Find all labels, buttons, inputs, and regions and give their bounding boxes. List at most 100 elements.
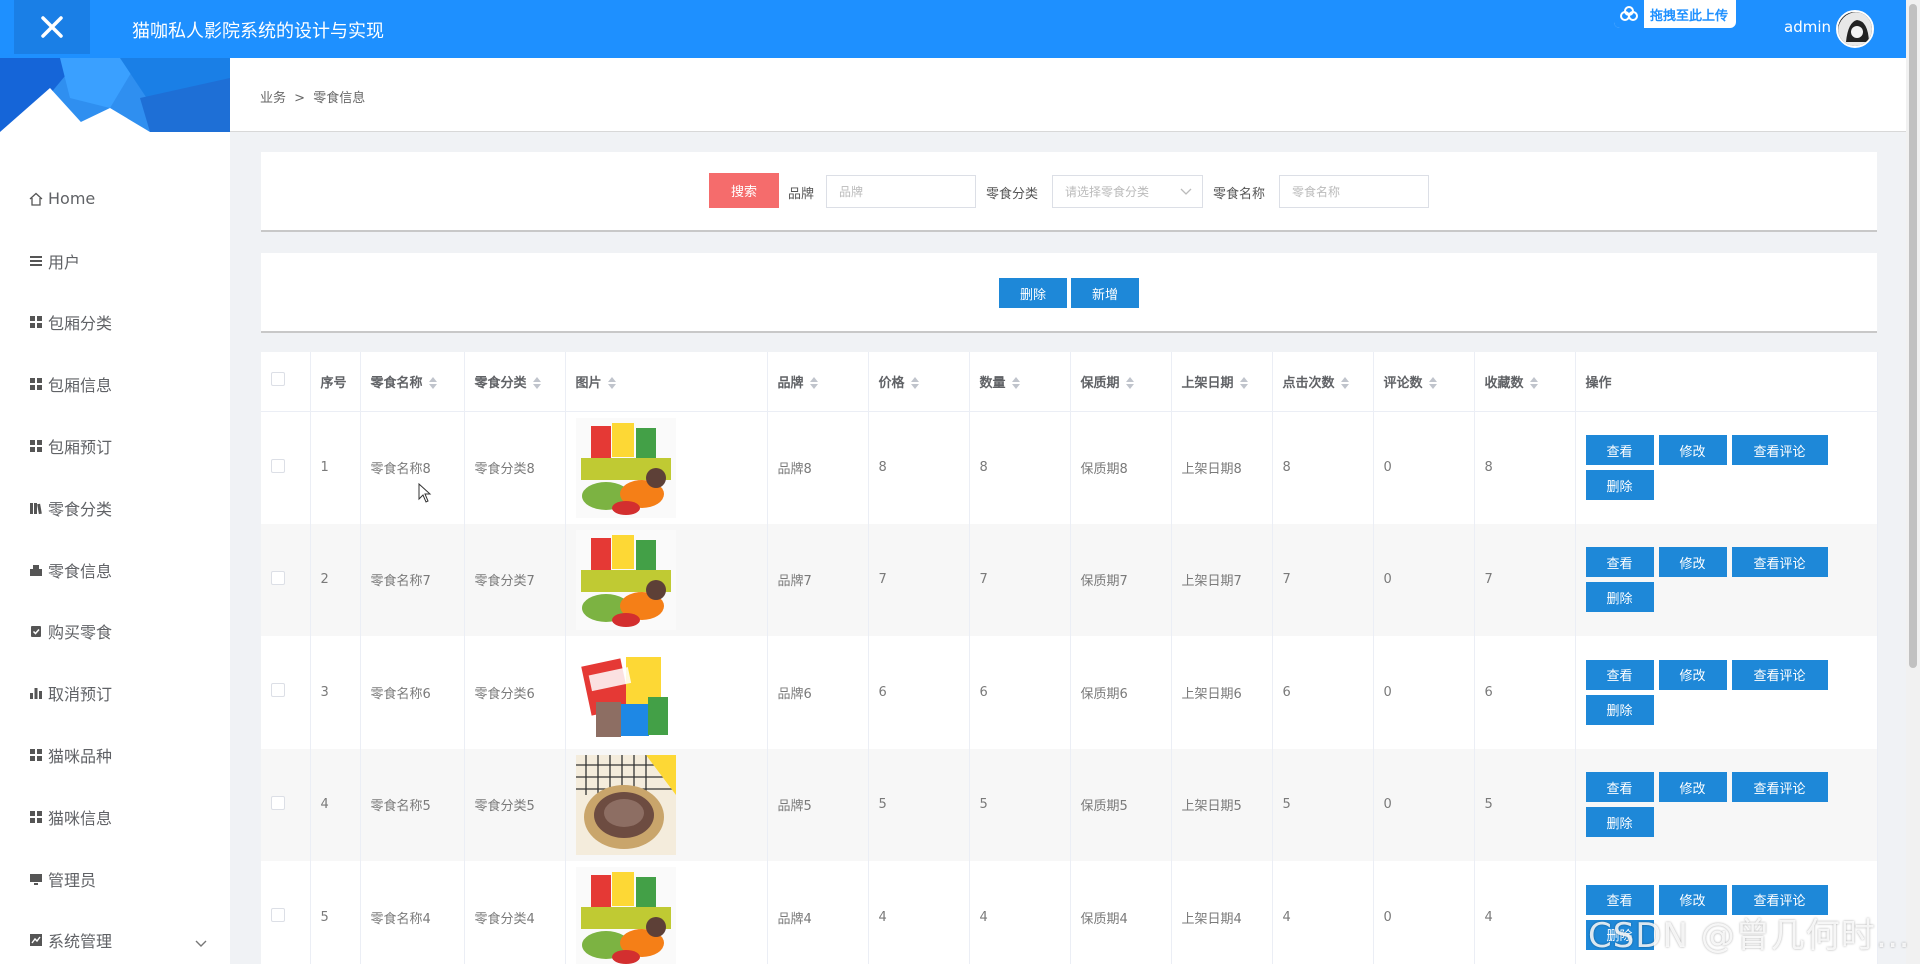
sidebar-item-cancel-booking[interactable]: 取消预订	[0, 662, 230, 724]
column-header-sortable[interactable]: 零食分类	[464, 352, 566, 412]
avatar[interactable]	[1836, 10, 1874, 48]
top-bar: 猫咖私人影院系统的设计与实现 拖拽至此上传 admin	[0, 0, 1906, 58]
cell-name: 零食名称5	[360, 748, 465, 861]
column-header-sortable[interactable]: 图片	[565, 352, 768, 412]
page-scrollbar[interactable]	[1906, 0, 1920, 964]
cell-actions: 查看 修改 查看评论删除	[1575, 636, 1878, 749]
sort-icon[interactable]	[1428, 377, 1437, 390]
view-button[interactable]: 查看	[1585, 772, 1654, 803]
cell-clicks: 7	[1272, 523, 1374, 636]
sidebar-item-label: 包厢预订	[48, 438, 113, 458]
delete-button[interactable]: 删除	[1585, 694, 1654, 725]
column-header-sortable[interactable]: 价格	[868, 352, 970, 412]
column-header-sortable[interactable]: 上架日期	[1171, 352, 1273, 412]
cell-actions: 查看 修改 查看评论删除	[1575, 748, 1878, 861]
cell-clicks: 6	[1272, 636, 1374, 749]
delete-button[interactable]: 删除	[1585, 582, 1654, 613]
row-checkbox[interactable]	[271, 683, 285, 698]
add-button[interactable]: 新增	[1071, 278, 1139, 308]
column-header-sortable[interactable]: 数量	[969, 352, 1071, 412]
cell-date: 上架日期5	[1171, 748, 1273, 861]
view-comments-button[interactable]: 查看评论	[1731, 772, 1828, 803]
sort-icon[interactable]	[1239, 377, 1248, 390]
cell-shelf-life: 保质期5	[1070, 748, 1172, 861]
sidebar-item-system[interactable]: 系统管理	[0, 910, 230, 964]
chevron-down-icon[interactable]	[194, 934, 208, 953]
cell-brand: 品牌4	[767, 861, 869, 964]
cell-qty: 6	[969, 636, 1071, 749]
edit-button[interactable]: 修改	[1658, 547, 1727, 578]
delete-button[interactable]: 删除	[1585, 807, 1654, 838]
sidebar-item-buy-snacks[interactable]: 购买零食	[0, 601, 230, 663]
sort-icon[interactable]	[532, 377, 541, 390]
breadcrumb-parent[interactable]: 业务	[260, 91, 286, 106]
mouse-cursor-icon	[418, 483, 432, 503]
sort-icon[interactable]	[1340, 377, 1349, 390]
column-header-sortable[interactable]: 收藏数	[1474, 352, 1576, 412]
cell-comments: 0	[1373, 748, 1475, 861]
sort-icon[interactable]	[1529, 377, 1538, 390]
edit-button[interactable]: 修改	[1658, 772, 1727, 803]
column-header-sortable[interactable]: 保质期	[1070, 352, 1172, 412]
grid-icon	[29, 439, 43, 453]
category-select[interactable]: 请选择零食分类	[1052, 175, 1203, 208]
column-header-sortable[interactable]: 零食名称	[360, 352, 465, 412]
upload-dropzone[interactable]: 拖拽至此上传	[1614, 0, 1737, 28]
cell-price: 6	[868, 636, 970, 749]
row-checkbox[interactable]	[271, 795, 285, 810]
row-checkbox[interactable]	[271, 458, 285, 473]
sort-icon[interactable]	[1011, 377, 1020, 390]
sidebar-item-cat-info[interactable]: 猫咪信息	[0, 786, 230, 848]
view-button[interactable]: 查看	[1585, 547, 1654, 578]
name-input[interactable]: 零食名称	[1279, 175, 1429, 208]
sort-icon[interactable]	[910, 377, 919, 390]
sidebar-item-snack-info[interactable]: 零食信息	[0, 539, 230, 601]
column-header-sortable[interactable]: 品牌	[767, 352, 869, 412]
column-header: 序号	[310, 352, 361, 412]
sidebar-item-label: 零食分类	[48, 499, 113, 519]
sidebar-item-users[interactable]: 用户	[0, 230, 230, 292]
edit-button[interactable]: 修改	[1658, 435, 1727, 465]
table-row: 1 零食名称8 零食分类8 品牌8 8 8 保质期8 上架日期8 8 0 8 查看 修改 查看评论 删除	[261, 411, 1878, 524]
cell-favorites: 4	[1474, 861, 1576, 964]
cell-date: 上架日期8	[1171, 411, 1273, 524]
username[interactable]: admin	[1784, 18, 1831, 36]
row-checkbox[interactable]	[271, 908, 285, 923]
sidebar-item-room-category[interactable]: 包厢分类	[0, 292, 230, 354]
row-checkbox[interactable]	[271, 570, 285, 585]
scrollbar-thumb[interactable]	[1909, 4, 1917, 668]
delete-button[interactable]: 删除	[1585, 470, 1654, 500]
sort-icon[interactable]	[428, 377, 437, 390]
view-button[interactable]: 查看	[1585, 435, 1654, 465]
sort-icon[interactable]	[607, 377, 616, 390]
sort-icon[interactable]	[1125, 377, 1134, 390]
sort-icon[interactable]	[809, 377, 818, 390]
breadcrumb-separator: >	[294, 91, 306, 106]
sidebar-menu: Home 用户 包厢分类 包厢信息 包厢预订 零食分类 零食信息 购买零食 取消…	[0, 168, 230, 964]
cell-favorites: 6	[1474, 636, 1576, 749]
sidebar-item-room-booking[interactable]: 包厢预订	[0, 415, 230, 477]
snack-image	[575, 642, 767, 743]
brand-input[interactable]: 品牌	[826, 175, 976, 208]
sidebar-item-label: 取消预订	[48, 685, 113, 705]
cell-actions: 查看 修改 查看评论删除	[1575, 411, 1878, 524]
sidebar-item-admin[interactable]: 管理员	[0, 848, 230, 910]
sidebar-item-cat-breed[interactable]: 猫咪品种	[0, 724, 230, 786]
edit-button[interactable]: 修改	[1658, 659, 1727, 690]
cell-category: 零食分类5	[464, 748, 566, 861]
snack-image	[575, 417, 767, 518]
sidebar-item-snack-category[interactable]: 零食分类	[0, 477, 230, 539]
view-comments-button[interactable]: 查看评论	[1731, 547, 1828, 578]
view-button[interactable]: 查看	[1585, 659, 1654, 690]
search-button[interactable]: 搜索	[709, 173, 779, 208]
close-button[interactable]	[14, 0, 90, 54]
select-all-checkbox[interactable]	[271, 372, 285, 387]
sidebar-item-room-info[interactable]: 包厢信息	[0, 353, 230, 415]
cell-shelf-life: 保质期8	[1070, 411, 1172, 524]
view-comments-button[interactable]: 查看评论	[1731, 435, 1828, 465]
column-header-sortable[interactable]: 点击次数	[1272, 352, 1374, 412]
column-header-sortable[interactable]: 评论数	[1373, 352, 1475, 412]
view-comments-button[interactable]: 查看评论	[1731, 659, 1828, 690]
sidebar-item-home[interactable]: Home	[0, 168, 230, 230]
batch-delete-button[interactable]: 删除	[999, 278, 1067, 308]
